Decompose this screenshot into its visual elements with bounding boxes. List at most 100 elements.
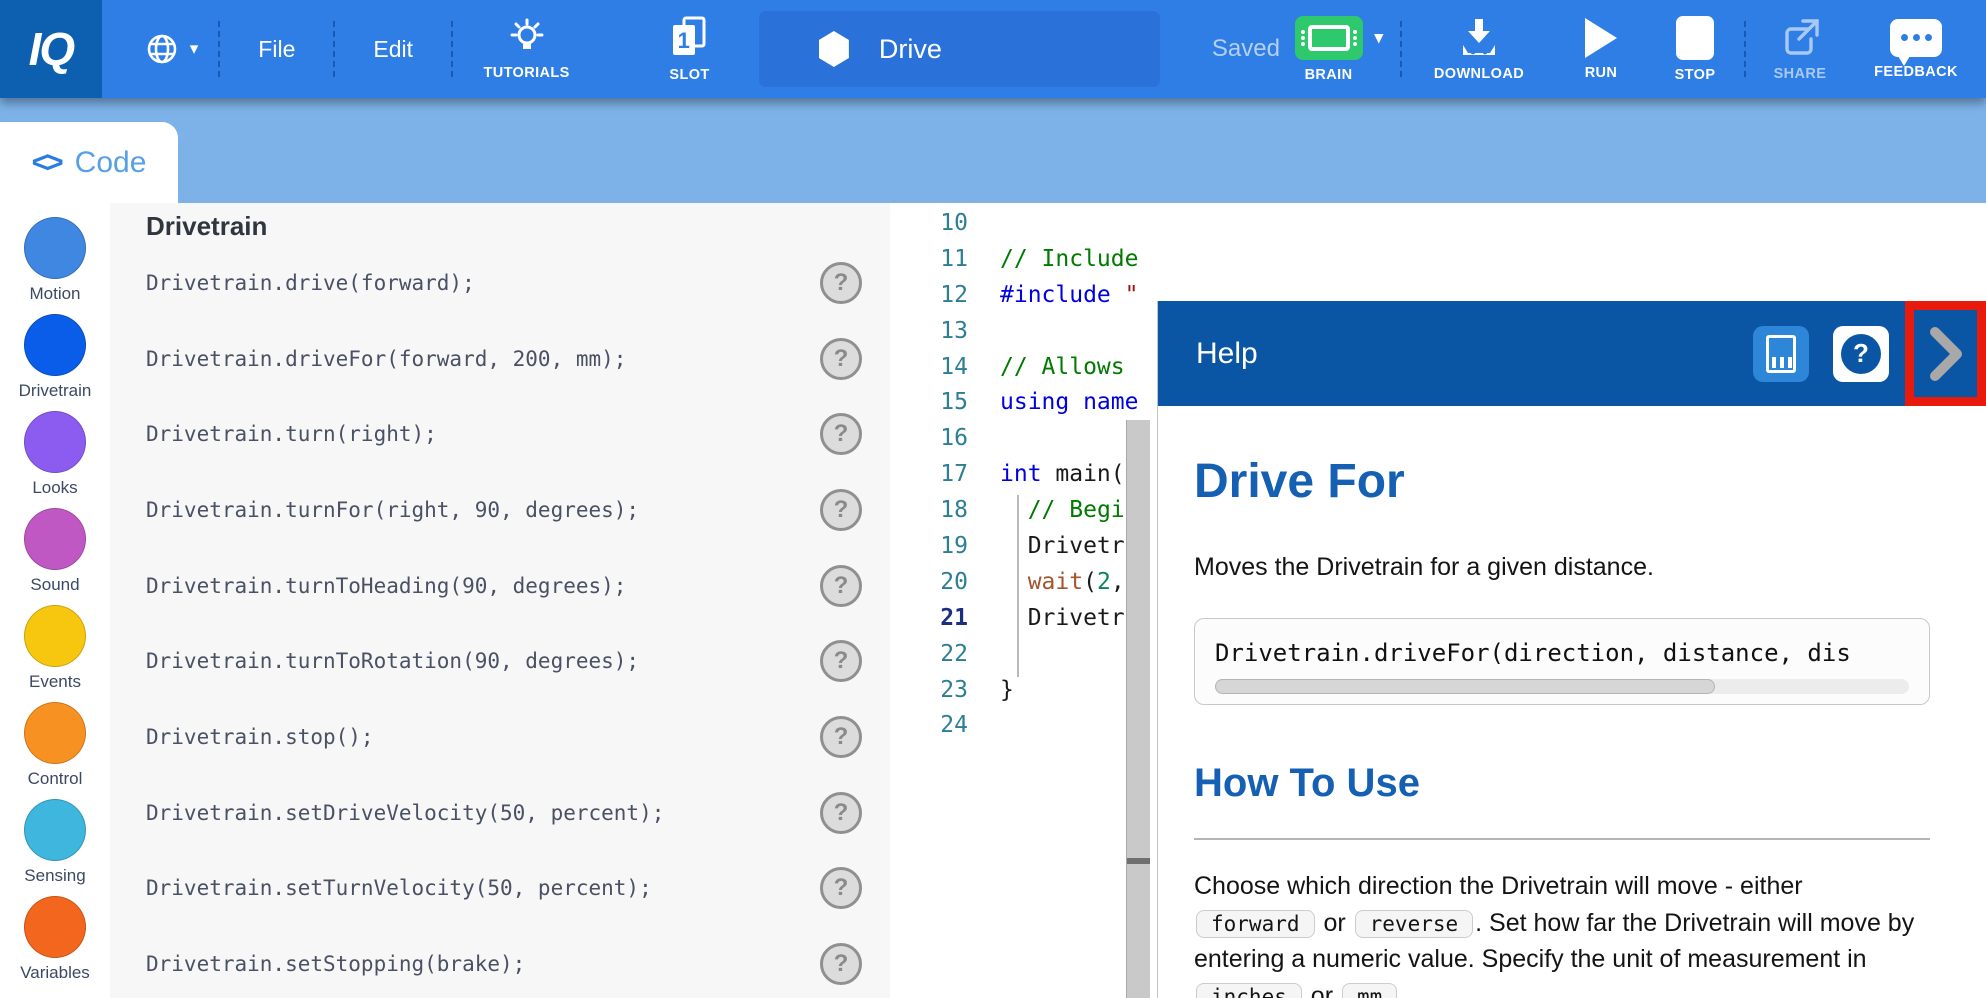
command-row[interactable]: Drivetrain.driveFor(forward, 200, mm);? (146, 321, 862, 397)
command-help-button[interactable]: ? (820, 792, 862, 834)
project-name-field[interactable]: Drive (759, 11, 1160, 87)
divider (1194, 838, 1930, 840)
edit-menu[interactable]: Edit (337, 36, 449, 63)
command-code[interactable]: Drivetrain.turnFor(right, 90, degrees); (146, 498, 639, 522)
download-label: DOWNLOAD (1434, 66, 1524, 82)
chevron-right-icon (1927, 324, 1965, 384)
sidebar-item-events[interactable]: Events (24, 605, 86, 702)
command-help-button[interactable]: ? (820, 338, 862, 380)
command-code[interactable]: Drivetrain.setDriveVelocity(50, percent)… (146, 801, 664, 825)
command-help-button[interactable]: ? (820, 640, 862, 682)
command-code[interactable]: Drivetrain.driveFor(forward, 200, mm); (146, 347, 626, 371)
line-code: Drivetra (1000, 533, 1138, 559)
sidebar-item-motion[interactable]: Motion (24, 217, 86, 314)
top-toolbar: IQ ▾ File Edit (0, 0, 1986, 98)
category-circle (24, 314, 86, 376)
line-number: 22 (890, 641, 968, 667)
stop-button[interactable]: STOP (1648, 16, 1742, 83)
command-code[interactable]: Drivetrain.turnToHeading(90, degrees); (146, 574, 626, 598)
category-circle (24, 702, 86, 764)
chevron-down-icon: ▾ (190, 39, 199, 59)
category-circle (24, 217, 86, 279)
indent-guide (1017, 495, 1019, 677)
share-label: SHARE (1774, 66, 1827, 82)
file-menu[interactable]: File (222, 36, 331, 63)
question-mark-icon: ? (1841, 334, 1881, 374)
feedback-button[interactable]: FEEDBACK (1852, 19, 1980, 80)
line-number: 17 (890, 461, 968, 487)
inline-code-chip: reverse (1355, 910, 1474, 938)
run-button[interactable]: RUN (1554, 18, 1648, 81)
help-description: Moves the Drivetrain for a given distanc… (1194, 553, 1930, 582)
language-menu-button[interactable]: ▾ (126, 31, 217, 67)
tutorials-button[interactable]: TUTORIALS (455, 18, 598, 81)
command-row[interactable]: Drivetrain.drive(forward);? (146, 245, 862, 321)
command-row[interactable]: Drivetrain.setStopping(brake);? (146, 926, 862, 998)
command-row[interactable]: Drivetrain.stop();? (146, 699, 862, 775)
command-code[interactable]: Drivetrain.turnToRotation(90, degrees); (146, 649, 639, 673)
command-list-panel: Drivetrain Drivetrain.drive(forward);?Dr… (110, 203, 890, 998)
category-label: Events (29, 672, 81, 692)
category-circle (24, 799, 86, 861)
command-row[interactable]: Drivetrain.turnFor(right, 90, degrees);? (146, 472, 862, 548)
line-number: 20 (890, 569, 968, 595)
main-area: Motion Drivetrain Looks Sound Events Control S… (0, 203, 1986, 998)
sidebar-item-drivetrain[interactable]: Drivetrain (19, 314, 92, 411)
collapse-panel-button[interactable] (1927, 324, 1965, 384)
vexcode-iq-window: IQ ▾ File Edit (0, 0, 1986, 998)
line-number: 12 (890, 282, 968, 308)
command-help-button[interactable]: ? (820, 867, 862, 909)
run-label: RUN (1585, 65, 1618, 81)
sidebar-item-looks[interactable]: Looks (24, 411, 86, 508)
command-row[interactable]: Drivetrain.turnToRotation(90, degrees);? (146, 623, 862, 699)
line-code: // Include (1000, 246, 1138, 272)
command-code[interactable]: Drivetrain.setStopping(brake); (146, 952, 525, 976)
command-help-button[interactable]: ? (820, 565, 862, 607)
command-help-button[interactable]: ? (820, 489, 862, 531)
tutorials-label: TUTORIALS (483, 65, 569, 81)
command-code[interactable]: Drivetrain.drive(forward); (146, 271, 475, 295)
toolbar-right-group: BRAIN ▾ DOWNLOAD RUN (1280, 16, 1986, 83)
line-number: 11 (890, 246, 968, 272)
command-help-button[interactable]: ? (820, 413, 862, 455)
slot-label: SLOT (669, 67, 709, 83)
download-button[interactable]: DOWNLOAD (1404, 17, 1554, 82)
command-row[interactable]: Drivetrain.turnToHeading(90, degrees);? (146, 548, 862, 624)
line-number: 15 (890, 389, 968, 415)
command-help-button[interactable]: ? (820, 262, 862, 304)
line-code: int main( (1000, 461, 1125, 487)
line-number: 14 (890, 354, 968, 380)
category-label: Drivetrain (19, 381, 92, 401)
brain-label: BRAIN (1305, 67, 1353, 83)
help-panel-title: Help (1196, 337, 1258, 371)
command-help-button[interactable]: ? (820, 943, 862, 985)
command-code[interactable]: Drivetrain.turn(right); (146, 422, 437, 446)
share-button[interactable]: SHARE (1748, 17, 1852, 82)
command-row[interactable]: Drivetrain.setDriveVelocity(50, percent)… (146, 775, 862, 851)
category-label: Control (28, 769, 83, 789)
command-row[interactable]: Drivetrain.turn(right);? (146, 396, 862, 472)
help-info-button[interactable]: ? (1833, 326, 1889, 382)
command-row[interactable]: Drivetrain.setTurnVelocity(50, percent);… (146, 851, 862, 927)
code-box-scrollbar[interactable] (1215, 679, 1909, 694)
sidebar-item-control[interactable]: Control (24, 702, 86, 799)
usage-paragraph: Choose which direction the Drivetrain wi… (1194, 868, 1930, 998)
brain-help-button[interactable] (1753, 326, 1809, 382)
command-code[interactable]: Drivetrain.setTurnVelocity(50, percent); (146, 876, 652, 900)
brain-button[interactable]: BRAIN ▾ (1280, 16, 1398, 83)
divider (1744, 21, 1746, 77)
line-number: 23 (890, 677, 968, 703)
line-number: 13 (890, 318, 968, 344)
command-code[interactable]: Drivetrain.stop(); (146, 725, 374, 749)
workspace-header (0, 98, 1986, 203)
category-label: Looks (32, 478, 77, 498)
tab-code[interactable]: <> Code (0, 122, 178, 203)
editor-vertical-scrollbar[interactable] (1126, 420, 1150, 998)
command-help-button[interactable]: ? (820, 716, 862, 758)
lightbulb-icon (506, 18, 548, 58)
sidebar-item-sound[interactable]: Sound (24, 508, 86, 605)
sidebar-item-sensing[interactable]: Sensing (24, 799, 86, 896)
category-label: Sound (30, 575, 79, 595)
sidebar-item-variables[interactable]: Variables (20, 896, 90, 993)
slot-button[interactable]: 1 SLOT (646, 16, 733, 83)
